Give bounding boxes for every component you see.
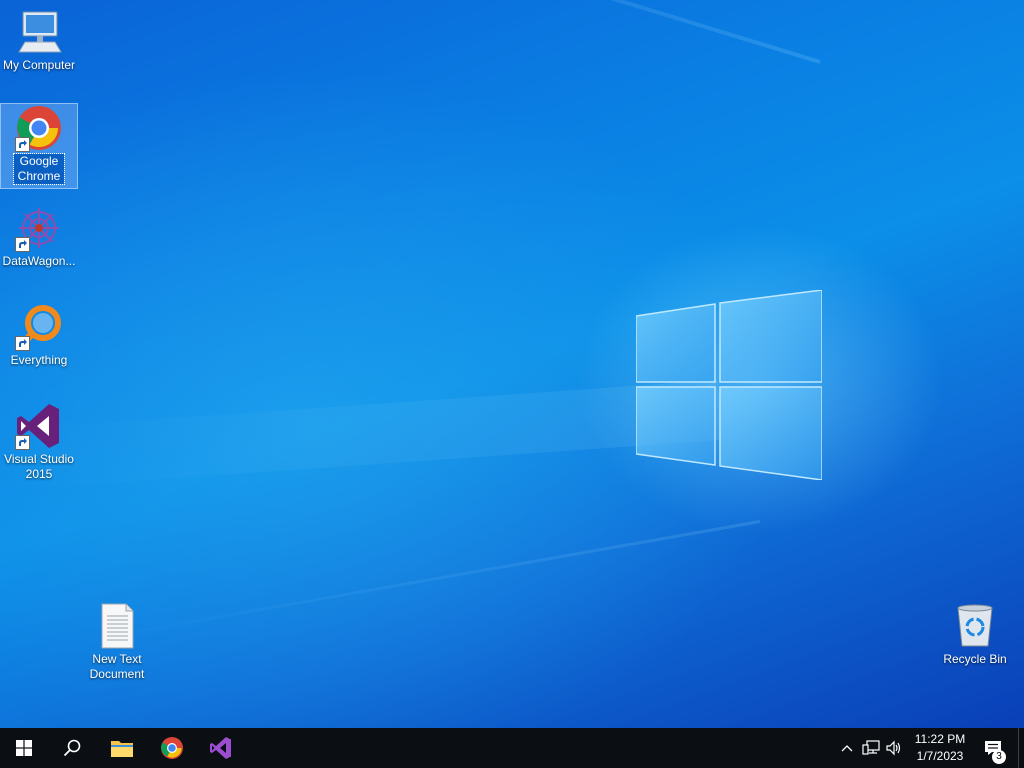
visual-studio-icon xyxy=(15,402,63,450)
desktop-icon-label: My Computer xyxy=(2,58,76,72)
notification-count-badge: 3 xyxy=(992,750,1006,764)
desktop-icon-label: New Text Document xyxy=(89,652,145,681)
taskbar-chrome[interactable] xyxy=(148,728,196,768)
show-desktop-button[interactable] xyxy=(1018,728,1024,768)
clock-date: 1/7/2023 xyxy=(916,749,964,763)
shortcut-arrow-icon xyxy=(15,435,30,450)
desktop-icon-label: Everything xyxy=(10,353,68,367)
taskbar-file-explorer[interactable] xyxy=(98,728,146,768)
search-icon xyxy=(63,739,81,757)
shortcut-arrow-icon xyxy=(15,237,30,252)
computer-icon xyxy=(15,8,63,56)
tray-volume-button[interactable] xyxy=(884,728,904,768)
chrome-icon xyxy=(161,737,183,759)
visual-studio-icon xyxy=(210,737,231,759)
chrome-icon xyxy=(15,104,63,152)
desktop-icon-everything[interactable]: Everything xyxy=(0,303,78,368)
desktop-icon-label: Google Chrome xyxy=(13,153,65,185)
desktop-icon-datawagon[interactable]: DataWagon... xyxy=(0,204,78,269)
taskbar-clock[interactable]: 11:22 PM 1/7/2023 xyxy=(904,731,976,765)
shortcut-arrow-icon xyxy=(15,336,30,351)
desktop-icon-google-chrome[interactable]: Google Chrome xyxy=(0,103,78,189)
search-button[interactable] xyxy=(48,728,96,768)
text-document-icon xyxy=(93,602,141,650)
start-button[interactable] xyxy=(0,728,48,768)
volume-icon xyxy=(886,740,901,756)
desktop-icon-label: DataWagon... xyxy=(2,254,76,268)
datawagon-icon xyxy=(15,204,63,252)
tray-network-button[interactable] xyxy=(860,728,882,768)
desktop-icon-recycle-bin[interactable]: Recycle Bin xyxy=(936,602,1014,667)
recycle-bin-icon xyxy=(951,602,999,650)
network-icon xyxy=(862,740,880,755)
windows-start-icon xyxy=(16,740,32,756)
desktop[interactable]: My Computer Google Chrome DataWagon... E… xyxy=(0,0,1024,728)
file-explorer-icon xyxy=(111,741,133,757)
desktop-icon-my-computer[interactable]: My Computer xyxy=(0,8,78,73)
clock-time: 11:22 PM xyxy=(914,732,966,746)
desktop-icon-visual-studio-2015[interactable]: Visual Studio 2015 xyxy=(0,402,78,482)
light-beam xyxy=(0,380,723,491)
taskbar-visual-studio[interactable] xyxy=(197,728,245,768)
light-beam xyxy=(70,520,761,645)
windows-logo xyxy=(636,290,822,480)
everything-search-icon xyxy=(15,303,63,351)
desktop-icon-label: Visual Studio 2015 xyxy=(4,452,74,481)
chevron-up-icon xyxy=(841,745,853,752)
taskbar: 11:22 PM 1/7/2023 xyxy=(0,728,1024,768)
tray-show-hidden-button[interactable] xyxy=(838,728,856,768)
shortcut-arrow-icon xyxy=(15,137,30,152)
desktop-icon-label: Recycle Bin xyxy=(943,652,1007,666)
desktop-icon-new-text-document[interactable]: New Text Document xyxy=(78,602,156,682)
light-beam xyxy=(35,0,821,64)
